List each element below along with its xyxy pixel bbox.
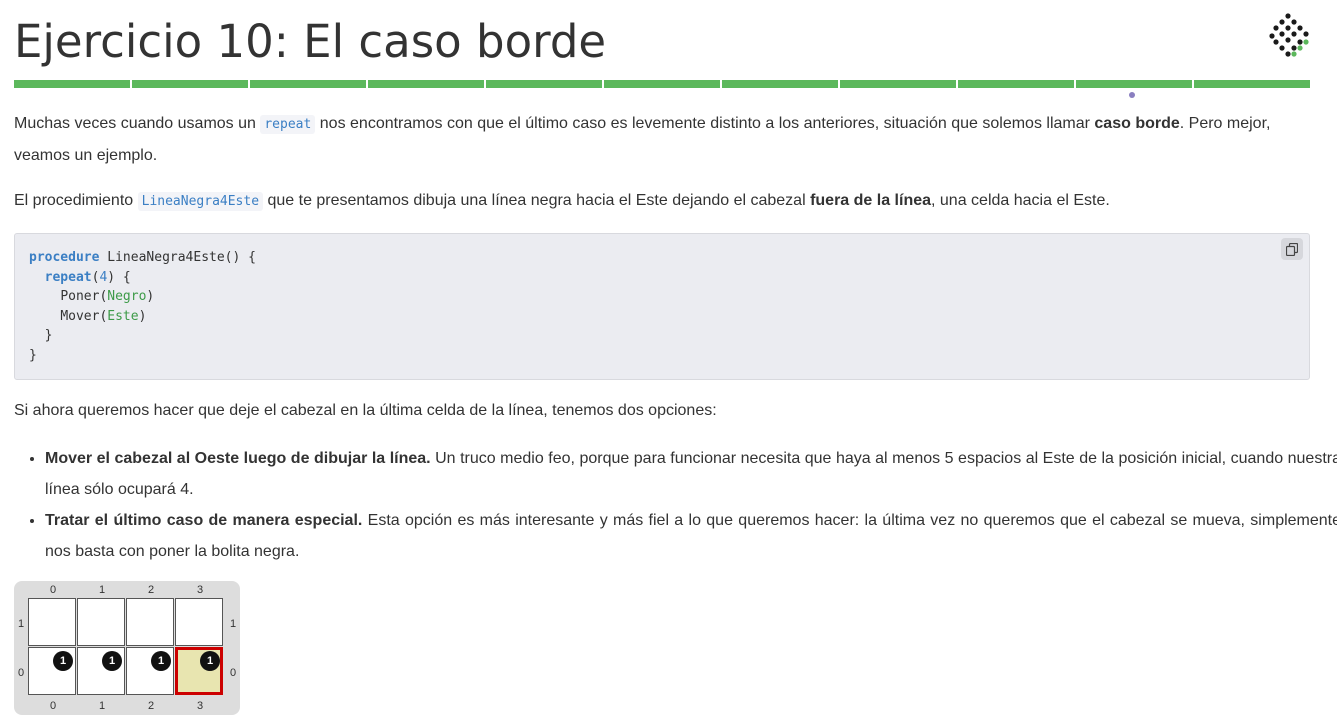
- progress-bar: [14, 80, 1310, 88]
- black-ball: 1: [200, 651, 220, 671]
- col-label: 3: [196, 584, 204, 596]
- progress-segment[interactable]: [604, 80, 720, 88]
- progress-segment[interactable]: [840, 80, 956, 88]
- col-label: 0: [49, 700, 57, 712]
- progress-segment[interactable]: [14, 80, 130, 88]
- options-intro-paragraph: Si ahora queremos hacer que deje el cabe…: [14, 402, 717, 419]
- code-block[interactable]: procedure LineaNegra4Este() { repeat(4) …: [14, 233, 1310, 380]
- board-cell: 1: [126, 647, 174, 695]
- procedure-intro-paragraph: El procedimiento LineaNegra4Este que te …: [14, 185, 1310, 217]
- black-ball: 1: [53, 651, 73, 671]
- board-cell: [28, 598, 76, 646]
- proc-text: , una celda hacia el Este.: [931, 192, 1110, 209]
- col-label: 1: [98, 584, 106, 596]
- board-cell: [175, 598, 223, 646]
- inline-code-repeat: repeat: [260, 115, 316, 134]
- option-title: Mover el cabezal al Oeste luego de dibuj…: [45, 450, 431, 467]
- col-label: 0: [49, 584, 57, 596]
- list-item: Tratar el último caso de manera especial…: [45, 505, 1337, 567]
- progress-segment[interactable]: [1194, 80, 1310, 88]
- board-cell-head: 1: [175, 647, 223, 695]
- proc-text: que te presentamos dibuja una línea negr…: [263, 192, 811, 209]
- col-label: 2: [147, 700, 155, 712]
- page-title: Ejercicio 10: El caso borde: [14, 15, 607, 68]
- progress-segment[interactable]: [486, 80, 602, 88]
- col-label: 2: [147, 584, 155, 596]
- board-cell: [126, 598, 174, 646]
- intro-text: Muchas veces cuando usamos un: [14, 115, 261, 132]
- row-label: 0: [17, 667, 25, 679]
- progress-segment[interactable]: [368, 80, 484, 88]
- bold-caso-borde: caso borde: [1094, 115, 1180, 132]
- row-label: 1: [229, 618, 237, 630]
- row-label: 0: [229, 667, 237, 679]
- intro-text: nos encontramos con que el último caso e…: [315, 115, 1095, 132]
- black-ball: 1: [102, 651, 122, 671]
- board-cell: 1: [28, 647, 76, 695]
- code-content[interactable]: procedure LineaNegra4Este() { repeat(4) …: [29, 248, 256, 366]
- gobstones-board: 0 1 2 3 0 1 2 3 1 0 1 0 1 1 1 1: [14, 581, 240, 715]
- mumuki-logo-icon[interactable]: [1268, 12, 1312, 60]
- black-ball: 1: [151, 651, 171, 671]
- progress-segment[interactable]: [958, 80, 1074, 88]
- option-title: Tratar el último caso de manera especial…: [45, 512, 363, 529]
- proc-text: El procedimiento: [14, 192, 138, 209]
- bold-fuera-de-la-linea: fuera de la línea: [810, 192, 932, 209]
- options-list: Mover el cabezal al Oeste luego de dibuj…: [14, 443, 1337, 567]
- board-cell: [77, 598, 125, 646]
- col-label: 3: [196, 700, 204, 712]
- col-label: 1: [98, 700, 106, 712]
- progress-segment[interactable]: [722, 80, 838, 88]
- current-exercise-indicator: [1129, 92, 1135, 98]
- copy-icon: [1286, 242, 1298, 256]
- board-cell: 1: [77, 647, 125, 695]
- progress-segment[interactable]: [250, 80, 366, 88]
- copy-button[interactable]: [1281, 238, 1303, 260]
- progress-segment-current[interactable]: [1076, 80, 1192, 88]
- intro-paragraph: Muchas veces cuando usamos un repeat nos…: [14, 108, 1310, 171]
- row-label: 1: [17, 618, 25, 630]
- board-grid: 1 1 1 1: [28, 598, 225, 697]
- inline-code-procedure: LineaNegra4Este: [137, 192, 264, 211]
- progress-segment[interactable]: [132, 80, 248, 88]
- list-item: Mover el cabezal al Oeste luego de dibuj…: [45, 443, 1337, 505]
